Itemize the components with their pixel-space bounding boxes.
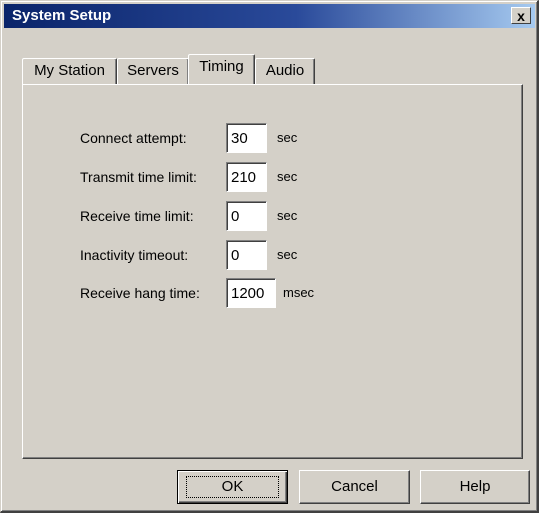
connect-attempt-label: Connect attempt: xyxy=(80,130,187,146)
transmit-time-limit-unit: sec xyxy=(277,169,298,184)
transmit-time-limit-input[interactable]: 210 xyxy=(226,162,267,192)
inactivity-timeout-label: Inactivity timeout: xyxy=(80,247,189,263)
receive-hang-time-label: Receive hang time: xyxy=(80,285,200,301)
receive-hang-time-input[interactable]: 1200 xyxy=(226,278,276,308)
tab-timing[interactable]: Timing xyxy=(188,54,255,84)
help-button[interactable]: Help xyxy=(420,470,530,504)
window-title: System Setup xyxy=(12,7,112,24)
tab-label: My Station xyxy=(34,62,105,79)
tab-servers[interactable]: Servers xyxy=(117,58,189,84)
tab-label: Audio xyxy=(265,62,305,79)
help-button-label: Help xyxy=(459,478,491,495)
title-bar[interactable]: System Setup x xyxy=(4,4,535,28)
receive-time-limit-input[interactable]: 0 xyxy=(226,201,267,231)
cancel-button[interactable]: Cancel xyxy=(299,470,410,504)
tab-audio[interactable]: Audio xyxy=(255,58,315,84)
tab-label: Servers xyxy=(127,62,179,79)
receive-time-limit-unit: sec xyxy=(277,208,298,223)
close-icon: x xyxy=(517,7,525,24)
timing-panel: Connect attempt: 30 sec Transmit time li… xyxy=(22,84,523,459)
tab-label: Timing xyxy=(199,58,244,75)
connect-attempt-unit: sec xyxy=(277,130,298,145)
inactivity-timeout-input[interactable]: 0 xyxy=(226,240,267,270)
close-button[interactable]: x xyxy=(511,7,531,24)
receive-time-limit-label: Receive time limit: xyxy=(80,208,194,224)
ok-button[interactable]: OK xyxy=(177,470,288,504)
system-setup-dialog: System Setup x My Station Servers Timing… xyxy=(0,0,539,513)
receive-hang-time-unit: msec xyxy=(283,285,315,300)
connect-attempt-input[interactable]: 30 xyxy=(226,123,267,153)
transmit-time-limit-label: Transmit time limit: xyxy=(80,169,197,185)
cancel-button-label: Cancel xyxy=(331,478,378,495)
tab-my-station[interactable]: My Station xyxy=(22,58,117,84)
inactivity-timeout-unit: sec xyxy=(277,247,298,262)
focus-indicator xyxy=(186,476,279,498)
